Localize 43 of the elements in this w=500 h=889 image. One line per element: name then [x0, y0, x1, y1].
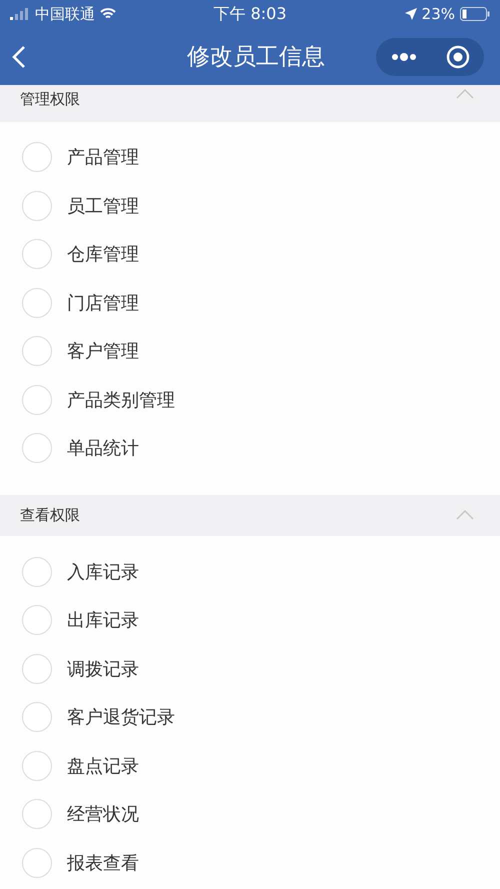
carrier-name: 中国联通	[35, 4, 95, 24]
battery-icon	[460, 7, 490, 21]
option-label: 门店管理	[67, 292, 139, 315]
signal-icon	[10, 8, 30, 20]
radio-button[interactable]	[22, 142, 52, 172]
radio-button[interactable]	[22, 556, 52, 587]
option-label: 盘点记录	[67, 754, 139, 778]
option-label: 产品类别管理	[67, 388, 175, 412]
section-title: 查看权限	[20, 506, 81, 524]
option-label: 客户管理	[67, 340, 139, 364]
radio-button[interactable]	[22, 384, 52, 415]
option-label: 仓库管理	[67, 243, 139, 266]
radio-button[interactable]	[22, 654, 52, 684]
option-label: 调拨记录	[67, 658, 139, 681]
radio-button[interactable]	[22, 799, 52, 830]
radio-button[interactable]	[22, 750, 52, 781]
section-header[interactable]: 管理权限	[0, 85, 500, 122]
clock-time: 下午 8:03	[214, 4, 287, 24]
wifi-icon	[100, 8, 116, 20]
option-label: 经营状况	[67, 803, 139, 826]
option-label: 员工管理	[67, 194, 139, 218]
location-icon	[404, 8, 417, 20]
radio-button[interactable]	[22, 605, 52, 636]
radio-button[interactable]	[22, 848, 52, 878]
option-label: 客户退货记录	[67, 706, 175, 730]
radio-button[interactable]	[22, 239, 52, 270]
section-title: 管理权限	[20, 90, 81, 109]
section-header[interactable]: 查看权限	[0, 494, 500, 536]
option-label: 单品统计	[67, 437, 139, 460]
radio-button[interactable]	[22, 288, 52, 318]
option-label: 产品管理	[67, 146, 139, 170]
page-title: 修改员工信息	[186, 43, 326, 72]
close-button[interactable]	[446, 44, 470, 68]
radio-button[interactable]	[22, 702, 52, 732]
radio-button[interactable]	[22, 190, 52, 221]
more-button[interactable]	[390, 52, 416, 60]
back-button[interactable]	[12, 44, 26, 68]
option-label: 入库记录	[67, 560, 139, 584]
battery-percent: 23%	[422, 5, 456, 23]
option-label: 报表查看	[67, 852, 139, 875]
radio-button[interactable]	[22, 336, 52, 366]
option-label: 出库记录	[67, 609, 139, 632]
radio-button[interactable]	[22, 433, 52, 464]
